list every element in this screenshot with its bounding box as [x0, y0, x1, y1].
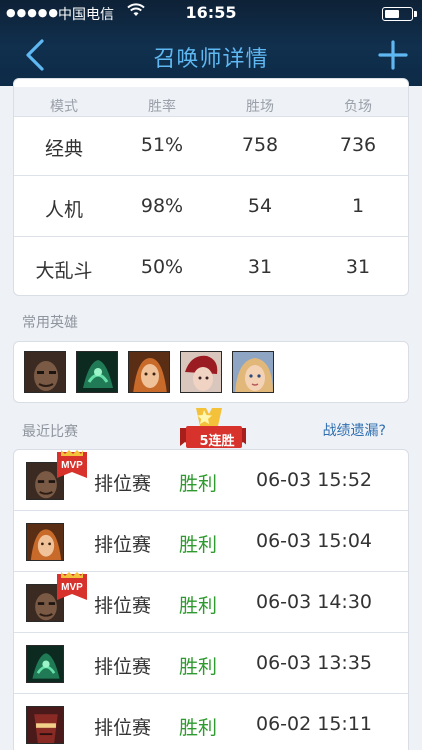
- match-result: 胜利: [179, 473, 218, 495]
- match-time: 06-03 13:35: [256, 652, 373, 674]
- header-winrate: 胜率: [148, 99, 176, 115]
- match-mode: 排位赛: [94, 473, 152, 495]
- row-wins: 758: [241, 134, 279, 156]
- match-result: 胜利: [179, 534, 218, 556]
- win-streak-badge: 5连胜: [176, 406, 248, 449]
- app-header: ●●●●● 中国电信 16:55 召唤师详情: [0, 0, 422, 86]
- mvp-text: MVP: [61, 460, 83, 471]
- heroes-list: [13, 341, 409, 403]
- list-item[interactable]: 排位赛 胜利 06-03 13:35: [14, 633, 408, 694]
- hero-portrait-icon: [26, 645, 64, 683]
- heroes-section-label: 常用英雄: [22, 315, 78, 331]
- hero-portrait-icon[interactable]: [76, 351, 118, 393]
- match-time: 06-03 14:30: [256, 591, 373, 613]
- match-mode: 排位赛: [94, 717, 152, 739]
- mvp-badge-icon: MVP: [57, 572, 87, 600]
- recent-matches-list: MVP 排位赛 胜利 06-03 15:52 排位赛 胜利 06-03 15:0…: [13, 449, 409, 750]
- row-losses: 1: [351, 195, 365, 217]
- table-row: 大乱斗 50% 31 31: [14, 237, 408, 295]
- row-winrate: 50%: [140, 256, 184, 278]
- page-title: 召唤师详情: [153, 47, 269, 72]
- match-time: 06-02 15:11: [256, 713, 373, 735]
- match-time: 06-03 15:52: [256, 469, 373, 491]
- missing-record-link[interactable]: 战绩遗漏?: [323, 420, 386, 440]
- match-time: 06-03 15:04: [256, 530, 373, 552]
- row-wins: 31: [247, 256, 273, 278]
- mvp-text: MVP: [61, 582, 83, 593]
- match-mode: 排位赛: [94, 656, 152, 678]
- battery-fill: [385, 10, 399, 18]
- match-mode: 排位赛: [94, 595, 152, 617]
- table-row: 经典 51% 758 736: [14, 115, 408, 176]
- recent-section-label: 最近比赛: [22, 424, 78, 440]
- match-result: 胜利: [179, 717, 218, 739]
- stats-table: 模式 胜率 胜场 负场 经典 51% 758 736 人机 98% 54 1 大…: [13, 78, 409, 296]
- list-item[interactable]: 排位赛 胜利 06-02 15:11: [14, 694, 408, 750]
- list-item[interactable]: MVP 排位赛 胜利 06-03 15:52: [14, 450, 408, 511]
- list-item[interactable]: 排位赛 胜利 06-03 15:04: [14, 511, 408, 572]
- hero-portrait-icon[interactable]: [232, 351, 274, 393]
- hero-portrait-icon: [26, 523, 64, 561]
- hero-portrait-icon[interactable]: [128, 351, 170, 393]
- hero-portrait-icon[interactable]: [24, 351, 66, 393]
- row-losses: 31: [345, 256, 371, 278]
- battery-icon: [382, 7, 417, 21]
- row-wins: 54: [247, 195, 273, 217]
- row-mode: 经典: [44, 138, 83, 160]
- header-wins: 胜场: [246, 99, 274, 115]
- row-winrate: 98%: [140, 195, 184, 217]
- table-row: 人机 98% 54 1: [14, 176, 408, 237]
- stats-header-row: 模式 胜率 胜场 负场: [14, 87, 408, 117]
- match-result: 胜利: [179, 595, 218, 617]
- row-mode: 大乱斗: [35, 260, 93, 282]
- row-winrate: 51%: [140, 134, 184, 156]
- hero-portrait-icon: [26, 706, 64, 744]
- header-losses: 负场: [344, 99, 372, 115]
- plus-icon[interactable]: [378, 40, 408, 70]
- header-mode: 模式: [50, 99, 78, 115]
- match-result: 胜利: [179, 656, 218, 678]
- match-mode: 排位赛: [94, 534, 152, 556]
- hero-portrait-icon[interactable]: [180, 351, 222, 393]
- row-mode: 人机: [44, 199, 83, 221]
- win-streak-label: 5连胜: [199, 434, 235, 449]
- status-bar: ●●●●● 中国电信 16:55: [0, 0, 422, 28]
- list-item[interactable]: MVP 排位赛 胜利 06-03 14:30: [14, 572, 408, 633]
- clock: 16:55: [185, 3, 237, 22]
- row-losses: 736: [339, 134, 377, 156]
- mvp-badge-icon: MVP: [57, 450, 87, 478]
